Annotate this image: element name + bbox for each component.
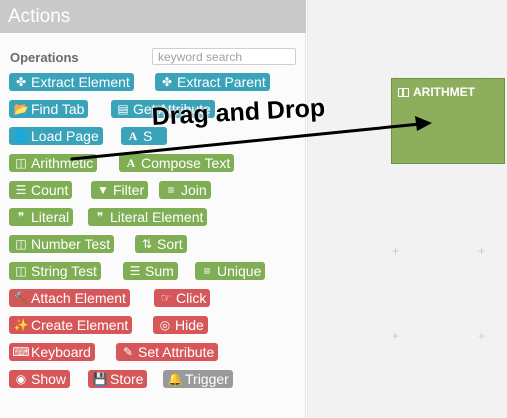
- globe-icon: 🌐: [13, 129, 29, 143]
- keyboard-button[interactable]: ⌨ Keyboard: [9, 343, 95, 361]
- filter-icon: ▼: [97, 183, 109, 197]
- actions-header: Actions: [0, 0, 306, 33]
- eye-icon: ◉: [15, 372, 27, 386]
- block-title: ARITHMET: [398, 85, 475, 99]
- eye-slash-icon: ◎: [159, 318, 171, 332]
- set-attribute-button[interactable]: ✎ Set Attribute: [116, 343, 219, 361]
- workspace-canvas[interactable]: + + + + + +: [307, 0, 507, 418]
- grid-plus-icon: +: [478, 244, 486, 258]
- hammer-icon: 🔨: [13, 291, 29, 305]
- join-button[interactable]: ≡ Join: [159, 181, 211, 199]
- pointer-hand-icon: ☞: [160, 291, 172, 305]
- extract-parent-button[interactable]: ✤ Extract Parent: [155, 73, 270, 91]
- operations-label: Operations: [10, 50, 79, 65]
- load-page-button[interactable]: 🌐 Load Page: [9, 127, 103, 145]
- number-test-button[interactable]: ◫ Number Test: [9, 235, 115, 253]
- find-tab-button[interactable]: 📂 Find Tab: [9, 100, 89, 118]
- lines-icon: ≡: [203, 264, 211, 278]
- trigger-button[interactable]: 🔔 Trigger: [163, 370, 233, 388]
- numbered-list-icon: ☰: [15, 183, 27, 197]
- create-element-button[interactable]: ✨ Create Element: [9, 316, 133, 334]
- list-box-icon: ▤: [117, 102, 129, 116]
- move-icon: ✤: [161, 75, 173, 89]
- arithmetic-block[interactable]: ARITHMET: [391, 78, 505, 164]
- show-button[interactable]: ◉ Show: [9, 370, 71, 388]
- hide-button[interactable]: ◎ Hide: [153, 316, 208, 334]
- calculator-icon: ◫: [15, 264, 27, 278]
- bell-icon: 🔔: [167, 372, 183, 386]
- click-button[interactable]: ☞ Click: [154, 289, 211, 307]
- literal-button[interactable]: ❞ Literal: [9, 208, 74, 226]
- keyword-search-input[interactable]: [152, 48, 296, 65]
- grid-plus-icon: +: [392, 244, 400, 258]
- sum-button[interactable]: ☰ Sum: [123, 262, 178, 280]
- quote-icon: ❞: [17, 210, 25, 224]
- lines-icon: ≡: [167, 183, 175, 197]
- actions-panel: Actions Operations ✤ Extract Element ✤ E…: [0, 0, 306, 418]
- store-button[interactable]: 💾 Store: [88, 370, 148, 388]
- edit-icon: ✎: [122, 345, 134, 359]
- attach-element-button[interactable]: 🔨 Attach Element: [9, 289, 130, 307]
- unique-button[interactable]: ≡ Unique: [195, 262, 266, 280]
- numbered-list-icon: ☰: [129, 264, 141, 278]
- arithmetic-button[interactable]: ◫ Arithmetic: [9, 154, 98, 172]
- calculator-icon: ◫: [15, 237, 27, 251]
- move-icon: ✤: [15, 75, 27, 89]
- calculator-icon: [398, 87, 409, 97]
- keyboard-icon: ⌨: [12, 345, 30, 359]
- grid-plus-icon: +: [392, 329, 400, 343]
- calculator-icon: ◫: [15, 156, 27, 170]
- count-button[interactable]: ☰ Count: [9, 181, 73, 199]
- quote-icon: ❞: [96, 210, 104, 224]
- grid-plus-icon: +: [478, 329, 486, 343]
- sort-icon: ⇅: [141, 237, 153, 251]
- compose-text-button[interactable]: A Compose Text: [119, 154, 235, 172]
- extract-element-button[interactable]: ✤ Extract Element: [9, 73, 134, 91]
- text-icon: A: [128, 129, 138, 143]
- string-test-button[interactable]: ◫ String Test: [9, 262, 101, 280]
- save-icon: 💾: [92, 372, 108, 386]
- literal-element-button[interactable]: ❞ Literal Element: [88, 208, 208, 226]
- filter-button[interactable]: ▼ Filter: [91, 181, 149, 199]
- sort-button[interactable]: ⇅ Sort: [135, 235, 187, 253]
- folder-icon: 📂: [13, 102, 29, 116]
- text-icon: A: [126, 156, 136, 170]
- magic-wand-icon: ✨: [13, 318, 29, 332]
